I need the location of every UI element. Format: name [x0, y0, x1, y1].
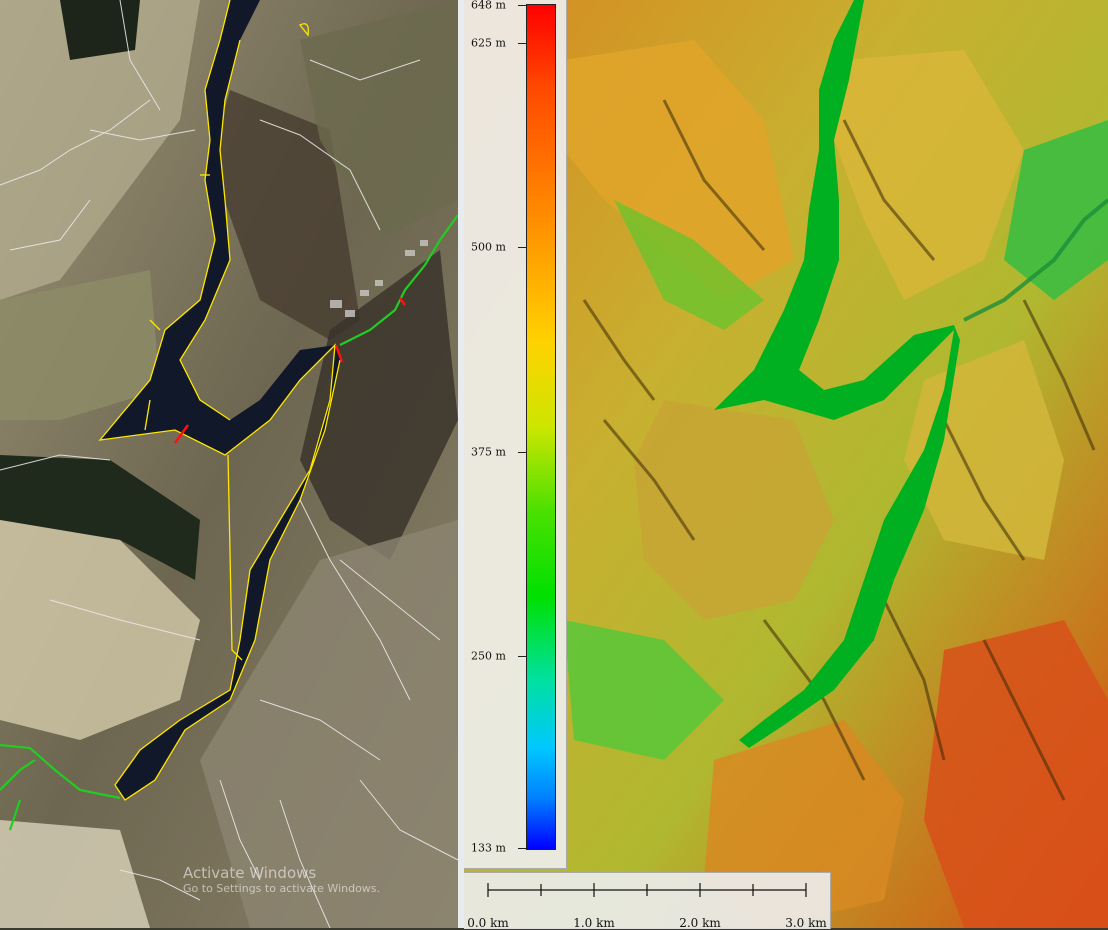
elevation-colorbar [526, 4, 556, 850]
legend-tick-label: 250 m [471, 649, 506, 663]
legend-tick-mark [518, 848, 526, 849]
aerial-imagery-panel[interactable]: Activate Windows Go to Settings to activ… [0, 0, 458, 928]
legend-tick-label: 500 m [471, 240, 506, 254]
legend-tick-label: 648 m [471, 0, 506, 12]
legend-tick-mark [518, 42, 526, 44]
aerial-map-svg [0, 0, 458, 928]
watermark-subtitle: Go to Settings to activate Windows. [183, 882, 381, 895]
watermark-title: Activate Windows [183, 864, 317, 882]
windows-activation-watermark: Activate Windows Go to Settings to activ… [183, 864, 380, 895]
scale-bar-svg [487, 883, 807, 897]
legend-tick-label: 625 m [471, 36, 506, 50]
legend-tick-mark [518, 451, 526, 453]
scale-bar-panel [464, 872, 831, 929]
legend-tick-label: 133 m [471, 841, 506, 855]
legend-tick-mark [518, 656, 526, 658]
relief-high-ground [924, 620, 1108, 928]
legend-tick-label: 375 m [471, 445, 506, 459]
legend-tick-mark [518, 5, 526, 6]
legend-tick-mark [518, 247, 526, 249]
